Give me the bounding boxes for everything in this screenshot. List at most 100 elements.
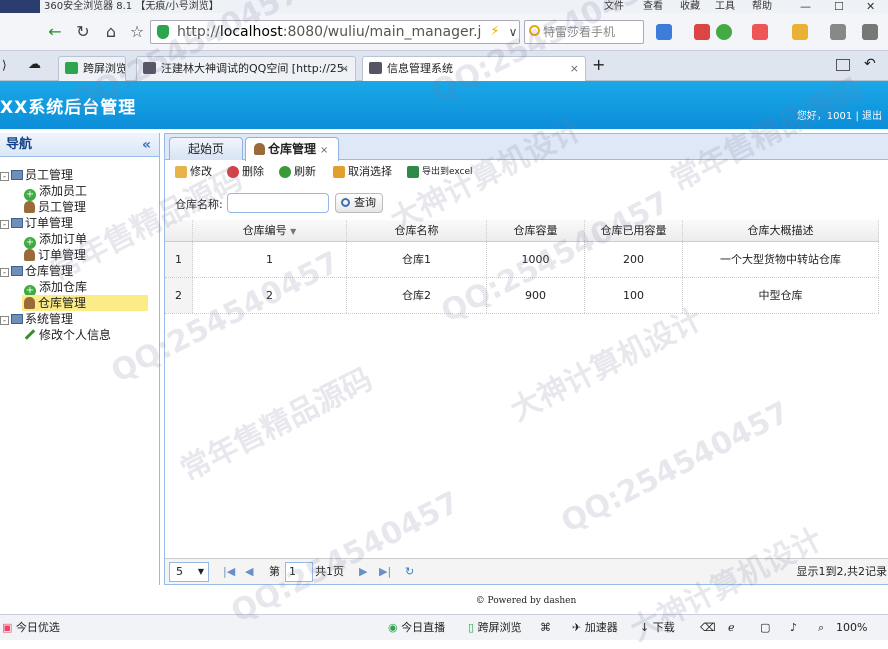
page-size-select[interactable]: 5 ▼: [169, 562, 209, 582]
new-tab-button[interactable]: +: [592, 55, 605, 74]
table-cell: 900: [487, 278, 585, 313]
favorite-star-icon[interactable]: ☆: [126, 21, 148, 43]
volume-icon[interactable]: ♪: [790, 619, 797, 637]
warehouse-name-input[interactable]: [227, 193, 329, 213]
cancel-selection-button[interactable]: 取消选择: [333, 164, 392, 180]
collapse-icon[interactable]: «: [142, 133, 151, 157]
footer: © Powered by dashen: [475, 596, 577, 606]
menu-more-icon[interactable]: [862, 24, 878, 40]
tab-cross-screen[interactable]: 跨屏浏览: [58, 56, 126, 81]
cross-screen[interactable]: ▯ 跨屏浏览: [468, 619, 522, 637]
edit-button[interactable]: 修改: [175, 164, 212, 180]
gift-icon: ▣: [2, 621, 13, 634]
export-excel-button[interactable]: 导出到excel: [407, 164, 473, 180]
window-icon[interactable]: ▢: [760, 619, 770, 637]
undo-icon[interactable]: ↶: [864, 56, 876, 72]
home-icon[interactable]: ⌂: [100, 21, 122, 43]
minimize-icon[interactable]: —: [800, 0, 811, 13]
table-cell: 200: [585, 242, 683, 277]
table-row[interactable]: 1 1 仓库1 1000 200 一个大型货物中转站仓库: [165, 242, 879, 278]
nav-item-warehouse-manage[interactable]: 仓库管理: [22, 295, 148, 311]
menu-favorites[interactable]: 收藏: [680, 0, 700, 13]
nav-title: 导航: [6, 137, 33, 152]
extension-apps-icon[interactable]: [656, 24, 672, 40]
search-icon: [341, 198, 350, 207]
page-number-input[interactable]: 1: [285, 562, 313, 582]
accelerator[interactable]: ✈ 加速器: [572, 619, 618, 637]
extension-money-icon[interactable]: [716, 24, 732, 40]
menu-help[interactable]: 帮助: [752, 0, 772, 13]
today-picks[interactable]: ▣ 今日优选: [2, 619, 60, 637]
tab-restore-icon[interactable]: [836, 59, 850, 71]
nav-group-employee[interactable]: - 员工管理: [0, 167, 73, 183]
today-live[interactable]: ◉ 今日直播: [388, 619, 445, 637]
ie-icon[interactable]: ℯ: [728, 619, 735, 637]
column-header[interactable]: 仓库大概描述: [683, 220, 879, 241]
table-cell: 2: [193, 278, 347, 313]
tab-info-system[interactable]: 信息管理系统 ×: [362, 56, 586, 81]
nav-item-add-warehouse[interactable]: + 添加仓库: [24, 279, 87, 297]
nav-item-order-manage[interactable]: 订单管理: [24, 247, 86, 263]
edit-icon: [175, 166, 187, 178]
trash-icon[interactable]: ⌫: [700, 619, 716, 637]
extension-pdf-icon[interactable]: [752, 24, 768, 40]
zoom-level[interactable]: 100%: [836, 619, 867, 637]
column-header[interactable]: 仓库容量: [487, 220, 585, 241]
search-box[interactable]: 特雷莎看手机: [524, 20, 644, 44]
nav-item-employee-manage[interactable]: 员工管理: [24, 199, 86, 215]
nav-group-order[interactable]: - 订单管理: [0, 215, 73, 231]
page-label: 第: [269, 565, 280, 578]
address-bar[interactable]: http://localhost:8080/wuliu/main_manager…: [150, 20, 520, 44]
page-info: 显示1到2,共2记录: [796, 565, 888, 578]
column-header[interactable]: 仓库已用容量: [585, 220, 683, 241]
query-button[interactable]: 查询: [335, 193, 383, 213]
extension-red-icon[interactable]: [694, 24, 710, 40]
greeting: 您好，1001: [796, 111, 853, 122]
zoom-icon[interactable]: ⌕: [818, 619, 824, 637]
menu-view[interactable]: 查看: [643, 0, 663, 13]
next-page-icon[interactable]: ▶: [359, 563, 367, 581]
refresh-icon: [279, 166, 291, 178]
menu-tools[interactable]: 工具: [715, 0, 735, 13]
cloud-icon[interactable]: ☁: [28, 57, 41, 72]
table-row[interactable]: 2 2 仓库2 900 100 中型仓库: [165, 278, 879, 314]
nav-item-add-order[interactable]: + 添加订单: [24, 231, 87, 249]
tab-qq-zone[interactable]: 汪建林大神调试的QQ空间 [http://25- ×: [136, 56, 356, 81]
first-page-icon[interactable]: |◀: [223, 563, 235, 581]
tab-close-icon[interactable]: ×: [570, 57, 579, 80]
address-url[interactable]: http://localhost:8080/wuliu/main_manager…: [177, 21, 507, 43]
column-header[interactable]: 仓库名称: [347, 220, 487, 241]
folder-icon: [11, 218, 23, 228]
nav-group-warehouse[interactable]: - 仓库管理: [0, 263, 73, 279]
status-tool-icon[interactable]: ⌘: [540, 619, 551, 637]
nav-item-edit-profile[interactable]: 修改个人信息: [24, 327, 111, 343]
tab-list-icon[interactable]: ⟩: [2, 58, 7, 72]
main-panel: 起始页 仓库管理 × 修改 删除 刷新 取消选择 导出到excel 仓库名称: 查…: [164, 133, 888, 585]
delete-button[interactable]: 删除: [227, 164, 264, 180]
extension-screenshot-icon[interactable]: [830, 24, 846, 40]
download[interactable]: ↓ 下载: [640, 619, 675, 637]
close-window-icon[interactable]: ✕: [866, 0, 875, 13]
logout-link[interactable]: 退出: [862, 111, 882, 122]
chevron-down-icon[interactable]: ∨: [502, 21, 524, 43]
tab-warehouse-manage[interactable]: 仓库管理 ×: [245, 137, 340, 161]
tab-close-icon[interactable]: ×: [340, 57, 349, 80]
nav-item-add-employee[interactable]: + 添加员工: [24, 183, 87, 201]
nav-panel: 导航 « - 员工管理 + 添加员工 员工管理 - 订单管理 + 添加订单 订单管理 -…: [0, 133, 160, 585]
refresh-button[interactable]: 刷新: [279, 164, 316, 180]
browser-toolbar: ← ↻ ⌂ ☆ http://localhost:8080/wuliu/main…: [0, 13, 888, 51]
last-page-icon[interactable]: ▶|: [379, 563, 391, 581]
grid-header: 仓库编号 ▼ 仓库名称 仓库容量 仓库已用容量 仓库大概描述: [165, 220, 879, 242]
user-info: 您好，1001 | 退出: [796, 111, 882, 122]
column-header[interactable]: 仓库编号 ▼: [193, 220, 347, 241]
back-icon[interactable]: ←: [44, 21, 66, 43]
nav-group-system[interactable]: - 系统管理: [0, 311, 73, 327]
maximize-icon[interactable]: ☐: [834, 0, 844, 13]
tab-close-icon[interactable]: ×: [320, 145, 328, 156]
reload-icon[interactable]: ↻: [72, 21, 94, 43]
prev-page-icon[interactable]: ◀: [245, 563, 253, 581]
menu-file[interactable]: 文件: [604, 0, 624, 13]
tab-home[interactable]: 起始页: [169, 137, 243, 160]
extension-game-icon[interactable]: [792, 24, 808, 40]
refresh-icon[interactable]: ↻: [405, 563, 414, 581]
